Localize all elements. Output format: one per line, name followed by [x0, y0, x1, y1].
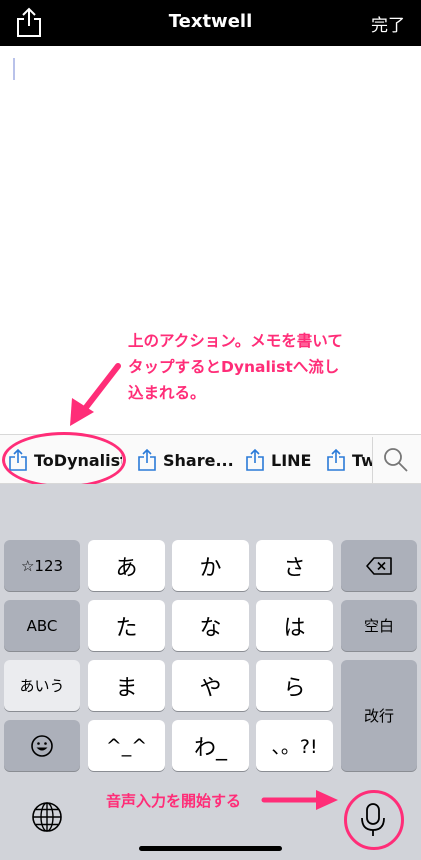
page-title: Textwell [168, 11, 253, 32]
action-share[interactable]: Share... [137, 435, 237, 485]
share-icon [246, 448, 264, 471]
key-na[interactable]: な [172, 600, 249, 651]
highlight-ring [2, 432, 126, 488]
key-ya[interactable]: や [172, 660, 249, 711]
key-a[interactable]: あ [88, 540, 165, 591]
key-space[interactable]: 空白 [341, 600, 417, 651]
key-delete[interactable] [341, 540, 417, 591]
annotation-mic: 音声入力を開始する [106, 792, 242, 810]
divider [372, 437, 373, 483]
action-twitter[interactable]: Tw [326, 435, 372, 485]
key-numbers[interactable]: ☆123 [4, 540, 80, 591]
delete-icon [366, 556, 392, 575]
share-icon [138, 448, 156, 471]
key-ra[interactable]: ら [256, 660, 333, 711]
key-ka[interactable]: か [172, 540, 249, 591]
text-caret [13, 58, 15, 80]
annotation-line: 上のアクション。メモを書いて [128, 332, 343, 350]
action-label: Tw [352, 450, 372, 470]
key-kaomoji[interactable]: ^_^ [88, 720, 165, 771]
annotation-actions: 上のアクション。メモを書いて タップするとDynalistへ流し 込まれる。 [128, 328, 418, 406]
action-label: Share... [163, 450, 234, 470]
key-return[interactable]: 改行 [341, 660, 417, 771]
action-label: LINE [271, 450, 312, 470]
done-button[interactable]: 完了 [371, 11, 405, 36]
key-sa[interactable]: さ [256, 540, 333, 591]
share-icon [327, 448, 345, 471]
home-indicator [139, 846, 282, 851]
annotation-line: タップするとDynalistへ流し [128, 358, 340, 376]
key-kana[interactable]: あいう [4, 660, 80, 711]
action-line[interactable]: LINE [245, 435, 319, 485]
key-emoji[interactable] [4, 720, 80, 771]
annotation-line: 込まれる。 [128, 384, 206, 402]
search-icon[interactable] [380, 445, 412, 475]
globe-icon[interactable] [30, 800, 64, 834]
key-punctuation[interactable]: 、。?! [256, 720, 333, 771]
nav-bar: Textwell 完了 [0, 0, 421, 46]
key-ma[interactable]: ま [88, 660, 165, 711]
key-wa[interactable]: わ_ [172, 720, 249, 771]
key-ha[interactable]: は [256, 600, 333, 651]
key-ta[interactable]: た [88, 600, 165, 651]
microphone-icon[interactable] [358, 802, 388, 838]
key-alphabet[interactable]: ABC [4, 600, 80, 651]
emoji-icon [31, 734, 53, 757]
